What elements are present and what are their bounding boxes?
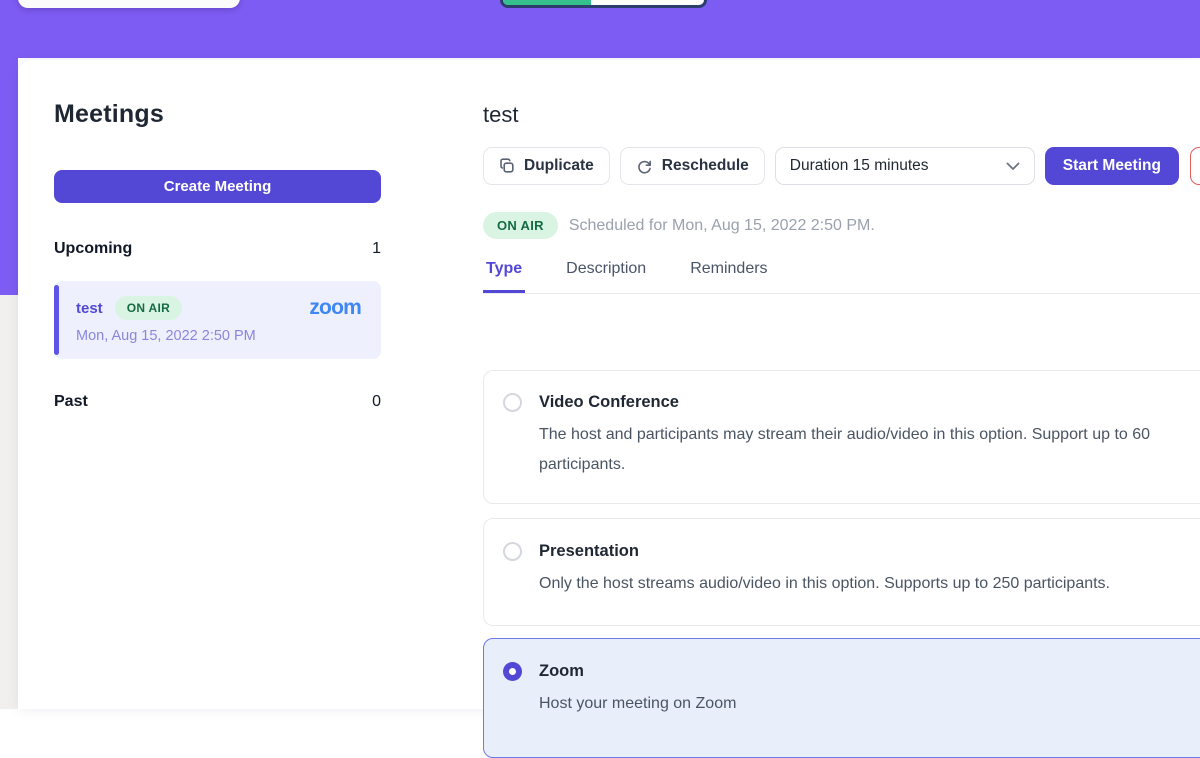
duplicate-label: Duplicate — [524, 157, 594, 175]
left-purple-band — [0, 58, 18, 295]
zoom-logo: zoom — [309, 298, 361, 318]
option-desc-line: participants. — [539, 450, 1200, 480]
chevron-down-icon — [1006, 162, 1020, 171]
upcoming-label: Upcoming — [54, 240, 132, 258]
create-meeting-button[interactable]: Create Meeting — [54, 170, 381, 203]
option-presentation[interactable]: Presentation Only the host streams audio… — [483, 518, 1200, 626]
duration-value: Duration 15 minutes — [790, 157, 929, 175]
upcoming-count: 1 — [372, 240, 381, 258]
detail-tabs: Type Description Reminders — [483, 260, 1200, 294]
start-meeting-button[interactable]: Start Meeting — [1045, 147, 1179, 185]
upcoming-section-header[interactable]: Upcoming 1 — [54, 240, 381, 258]
top-progress-bar — [500, 0, 707, 8]
meeting-datetime: Mon, Aug 15, 2022 2:50 PM — [76, 328, 361, 344]
meeting-detail-panel: test Duplicate Reschedul — [418, 60, 1200, 709]
radio-checked-icon[interactable] — [503, 662, 522, 681]
progress-fill — [503, 0, 591, 5]
option-video-conference[interactable]: Video Conference The host and participan… — [483, 370, 1200, 504]
scheduled-text: Scheduled for Mon, Aug 15, 2022 2:50 PM. — [569, 217, 875, 235]
copy-icon — [499, 158, 515, 174]
left-gutter — [0, 295, 18, 709]
option-desc-line: Only the host streams audio/video in thi… — [539, 569, 1200, 599]
option-zoom[interactable]: Zoom Host your meeting on Zoom — [483, 638, 1200, 758]
option-title: Presentation — [539, 542, 639, 561]
option-title: Zoom — [539, 662, 584, 681]
tab-reminders[interactable]: Reminders — [687, 260, 770, 293]
option-desc-line: Host your meeting on Zoom — [539, 689, 1200, 719]
option-title: Video Conference — [539, 393, 679, 412]
selected-accent-bar — [54, 285, 59, 355]
sidebar-title: Meetings — [54, 100, 381, 128]
meeting-type-options: Video Conference The host and participan… — [483, 370, 1200, 758]
status-row: ON AIR Scheduled for Mon, Aug 15, 2022 2… — [483, 212, 1200, 239]
meetings-sidebar: Meetings Create Meeting Upcoming 1 test … — [18, 60, 418, 709]
meeting-list-item[interactable]: test ON AIR zoom Mon, Aug 15, 2022 2:50 … — [54, 281, 381, 359]
on-air-status-badge: ON AIR — [483, 212, 558, 239]
past-section-header[interactable]: Past 0 — [54, 393, 381, 411]
reschedule-label: Reschedule — [662, 157, 749, 175]
delete-meeting-button[interactable] — [1190, 147, 1200, 185]
meeting-title: test — [483, 100, 1200, 130]
top-floating-panel — [18, 0, 240, 8]
meeting-name: test — [76, 300, 103, 317]
option-desc-line: The host and participants may stream the… — [539, 420, 1200, 450]
tab-type[interactable]: Type — [483, 260, 525, 293]
header-billboard — [0, 0, 1200, 58]
duplicate-button[interactable]: Duplicate — [483, 147, 610, 185]
meeting-toolbar: Duplicate Reschedule Duration 15 minutes — [483, 147, 1200, 185]
tab-description[interactable]: Description — [563, 260, 649, 293]
reschedule-button[interactable]: Reschedule — [620, 147, 765, 185]
radio-unchecked-icon[interactable] — [503, 393, 522, 412]
duration-select[interactable]: Duration 15 minutes — [775, 147, 1035, 185]
past-count: 0 — [372, 393, 381, 411]
app-card: Meetings Create Meeting Upcoming 1 test … — [18, 60, 1200, 709]
option-description: Host your meeting on Zoom — [539, 689, 1200, 719]
past-label: Past — [54, 393, 88, 411]
radio-unchecked-icon[interactable] — [503, 542, 522, 561]
refresh-icon — [636, 158, 653, 175]
option-description: Only the host streams audio/video in thi… — [539, 569, 1200, 599]
option-description: The host and participants may stream the… — [539, 420, 1200, 480]
on-air-badge: ON AIR — [115, 296, 182, 320]
